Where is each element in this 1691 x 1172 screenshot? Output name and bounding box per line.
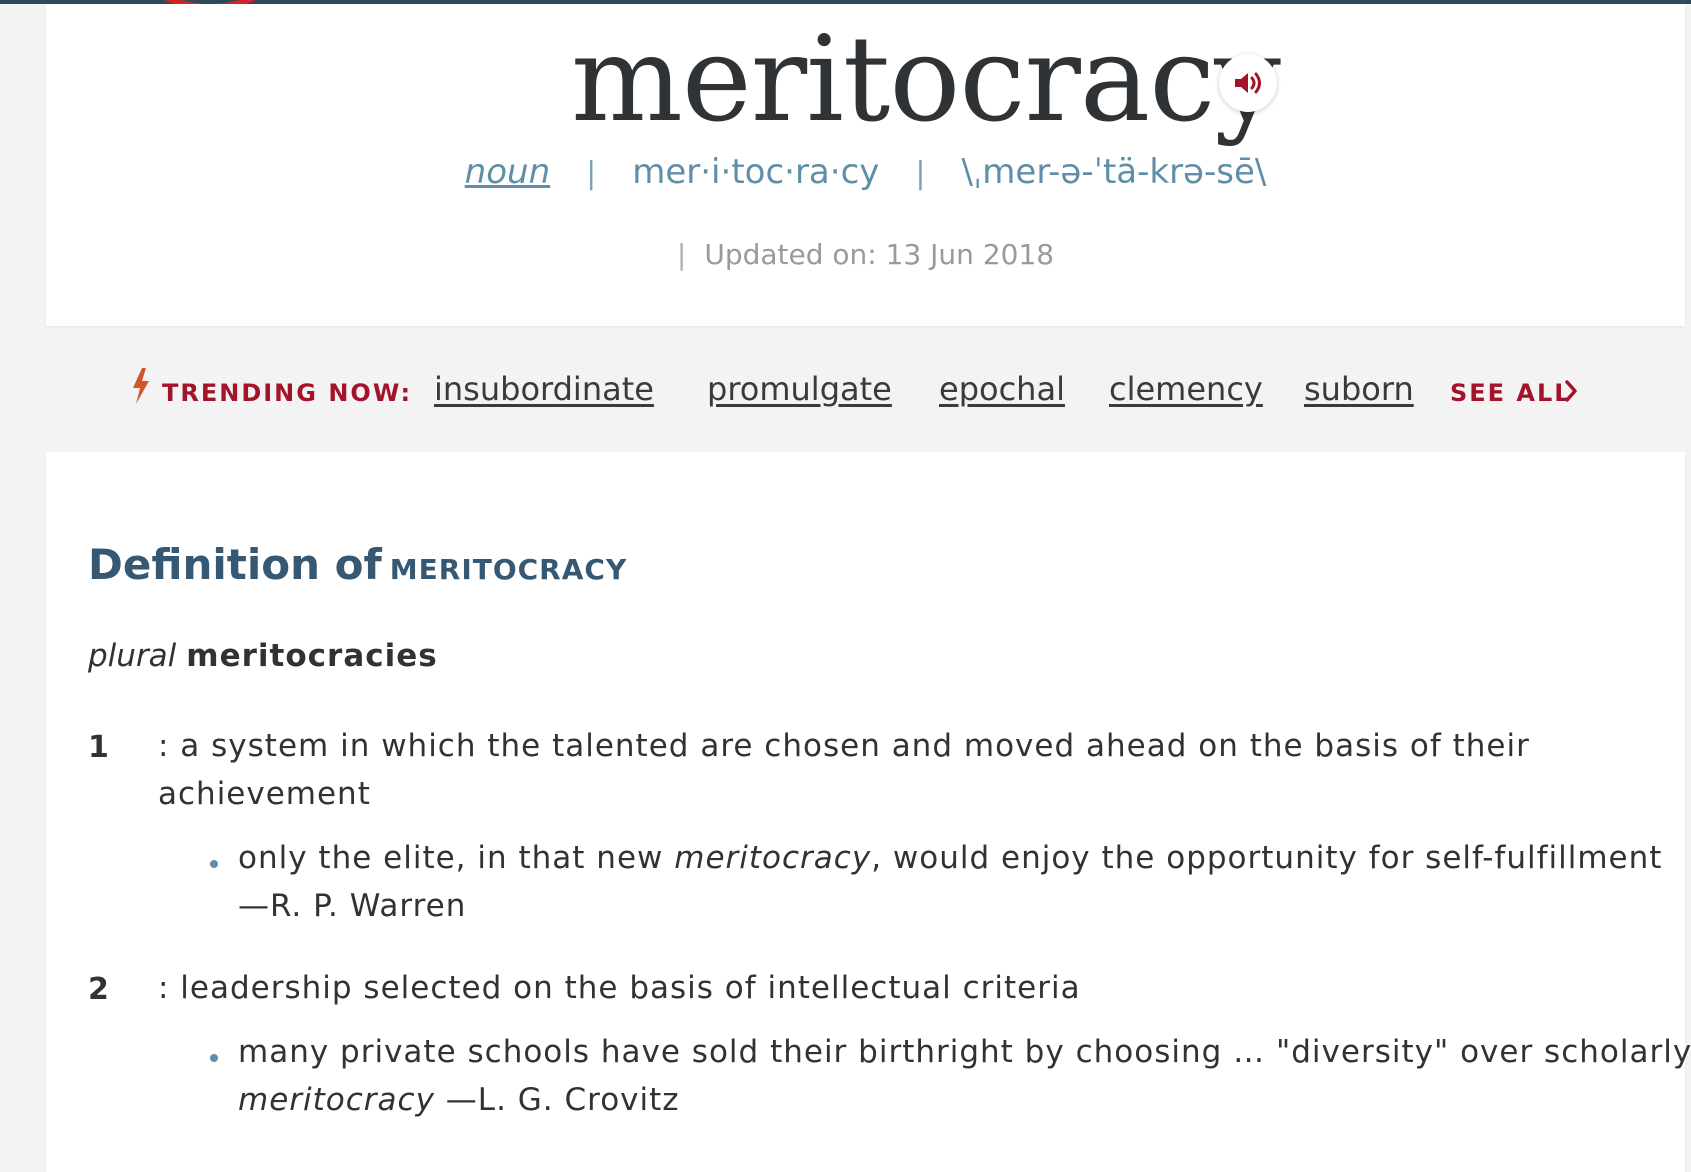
headword-row: meritocracy: [46, 4, 1685, 164]
sense-text: : a system in which the talented are cho…: [158, 728, 1530, 812]
trending-word-epochal[interactable]: epochal: [939, 370, 1065, 408]
example-sentence: many private schools have sold their bir…: [238, 1028, 1691, 1124]
example-bullet: [210, 1054, 218, 1062]
plural-label: plural: [88, 638, 177, 674]
example-headword: meritocracy: [238, 1082, 435, 1118]
example-text: many private schools have sold their bir…: [238, 1034, 1691, 1070]
pronunciation: \ˌmer-ə-ˈtä-krə-sē\: [961, 152, 1267, 192]
example-headword: meritocracy: [674, 840, 872, 876]
pronunciation-audio-button[interactable]: [1219, 54, 1277, 112]
definition-heading-label: Definition of: [88, 540, 382, 589]
part-of-speech-link[interactable]: noun: [465, 152, 550, 192]
trending-word-suborn[interactable]: suborn: [1304, 370, 1414, 408]
speaker-icon: [1235, 72, 1261, 94]
example-text: —L. G. Crovitz: [434, 1082, 680, 1118]
trending-word-insubordinate[interactable]: insubordinate: [434, 370, 654, 408]
example-sentence: only the elite, in that new meritocracy,…: [238, 834, 1668, 930]
trending-label: TRENDING NOW:: [162, 379, 413, 407]
trending-bar: TRENDING NOW: insubordinate promulgate e…: [0, 362, 1691, 422]
headword-card: meritocracy noun | mer·i·toc·ra·cy | \ˌmer-ə…: [46, 4, 1685, 326]
definition-heading-word: MERITOCRACY: [389, 553, 628, 586]
example-bullet: [210, 860, 218, 868]
trending-word-promulgate[interactable]: promulgate: [707, 370, 892, 408]
syllabification: mer·i·toc·ra·cy: [632, 152, 880, 192]
separator: |: [915, 156, 926, 191]
sense-number: 1: [88, 730, 109, 765]
plural-form: plural meritocracies: [88, 638, 438, 674]
trending-word-clemency[interactable]: clemency: [1109, 370, 1263, 408]
example-text: only the elite, in that new: [238, 840, 675, 876]
plural-word: meritocracies: [186, 638, 438, 674]
chevron-right-icon: [1565, 380, 1577, 402]
sense-text: : leadership selected on the basis of in…: [158, 970, 1081, 1006]
separator: |: [676, 238, 687, 271]
headword: meritocracy: [571, 10, 1281, 148]
updated-date: | Updated on: 13 Jun 2018: [46, 238, 1685, 271]
see-all-link[interactable]: SEE ALL: [1450, 379, 1572, 407]
sense-number: 2: [88, 972, 109, 1007]
pronunciation-row: noun | mer·i·toc·ra·cy | \ˌmer-ə-ˈtä-krə-sē\: [46, 152, 1685, 192]
definition-card: Definition of MERITOCRACY plural meritocra…: [46, 452, 1691, 1172]
updated-text: Updated on: 13 Jun 2018: [704, 238, 1055, 271]
lightning-icon: [133, 368, 149, 404]
separator: |: [586, 156, 597, 191]
definition-heading: Definition of MERITOCRACY: [88, 540, 627, 589]
